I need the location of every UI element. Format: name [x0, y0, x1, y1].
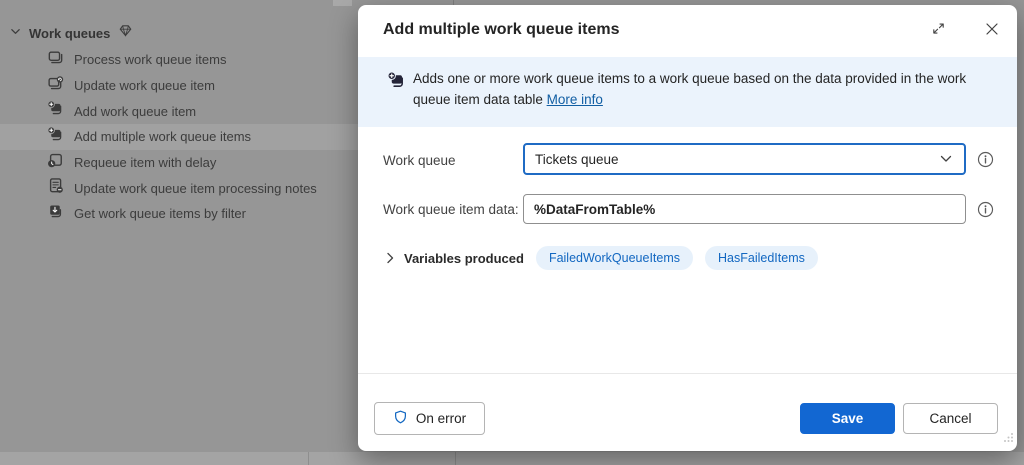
- add-multiple-work-queue-items-dialog: Add multiple work queue items Adds one o…: [358, 5, 1017, 451]
- notes-update-icon: [47, 177, 64, 199]
- action-item-label: Add work queue item: [74, 104, 196, 119]
- tree-group-label: Work queues: [29, 26, 110, 41]
- queue-item-update-icon: [47, 75, 64, 97]
- save-button[interactable]: Save: [800, 403, 895, 434]
- chevron-right-icon[interactable]: [385, 252, 395, 264]
- footer-divider: [358, 373, 1017, 374]
- action-item-label: Get work queue items by filter: [74, 206, 246, 221]
- work-queue-item-data-value: %DataFromTable%: [534, 202, 655, 217]
- action-description-text: Adds one or more work queue items to a w…: [413, 68, 998, 110]
- screen: Work queues Process work queue items Upd…: [0, 0, 1024, 465]
- variable-pill-hasfaileditems[interactable]: HasFailedItems: [705, 246, 818, 270]
- queue-items-filter-icon: [47, 203, 64, 225]
- action-item-label: Add multiple work queue items: [74, 129, 251, 144]
- queue-items-add-icon: [47, 126, 64, 148]
- banner-text: Adds one or more work queue items to a w…: [413, 71, 966, 107]
- queue-items-icon: [47, 49, 64, 71]
- action-item-update-processing-notes[interactable]: Update work queue item processing notes: [47, 175, 317, 201]
- work-queue-item-data-info-button[interactable]: [977, 201, 994, 218]
- variables-produced-section: Variables produced FailedWorkQueueItems …: [385, 246, 818, 270]
- actions-list: Process work queue items Update work que…: [47, 47, 317, 227]
- on-error-label: On error: [416, 411, 466, 426]
- gem-icon: [118, 23, 133, 43]
- expand-icon: [931, 21, 946, 41]
- chevron-down-icon[interactable]: [10, 24, 21, 42]
- action-item-add-work-queue-item[interactable]: Add work queue item: [47, 98, 317, 124]
- more-info-link[interactable]: More info: [547, 92, 603, 107]
- shield-icon: [393, 409, 408, 428]
- close-dialog-button[interactable]: [978, 17, 1006, 45]
- action-item-process-work-queue-items[interactable]: Process work queue items: [47, 47, 317, 73]
- background-statusbar: [0, 452, 1024, 465]
- dialog-title: Add multiple work queue items: [383, 21, 619, 39]
- work-queue-item-data-label: Work queue item data:: [383, 202, 519, 217]
- variables-produced-label[interactable]: Variables produced: [404, 251, 524, 266]
- resize-grip[interactable]: [1003, 430, 1014, 448]
- close-icon: [985, 22, 999, 41]
- action-item-add-multiple-work-queue-items[interactable]: Add multiple work queue items: [47, 124, 317, 150]
- action-item-label: Requeue item with delay: [74, 155, 216, 170]
- variable-pill-failedworkqueueitems[interactable]: FailedWorkQueueItems: [536, 246, 693, 270]
- on-error-button[interactable]: On error: [374, 402, 485, 435]
- queue-items-add-icon: [387, 71, 406, 95]
- work-queue-item-data-input[interactable]: %DataFromTable%: [523, 194, 966, 224]
- cancel-button[interactable]: Cancel: [903, 403, 998, 434]
- action-item-get-items-by-filter[interactable]: Get work queue items by filter: [47, 201, 317, 227]
- actions-pane: Work queues Process work queue items Upd…: [0, 0, 358, 452]
- background-artifact: [308, 452, 309, 465]
- chevron-down-icon[interactable]: [940, 150, 952, 168]
- queue-item-add-icon: [47, 100, 64, 122]
- action-item-label: Update work queue item: [74, 78, 215, 93]
- tree-group-work-queues[interactable]: Work queues: [10, 23, 133, 43]
- work-queue-info-button[interactable]: [977, 151, 994, 168]
- action-item-label: Update work queue item processing notes: [74, 181, 317, 196]
- background-artifact: [455, 452, 456, 465]
- expand-dialog-button[interactable]: [924, 17, 952, 45]
- work-queue-label: Work queue: [383, 153, 456, 168]
- work-queue-combobox[interactable]: Tickets queue: [523, 143, 966, 175]
- action-description-banner: Adds one or more work queue items to a w…: [358, 57, 1017, 127]
- requeue-delay-icon: [47, 152, 64, 174]
- action-item-requeue-item-with-delay[interactable]: Requeue item with delay: [47, 150, 317, 176]
- work-queue-value: Tickets queue: [535, 152, 940, 167]
- action-item-label: Process work queue items: [74, 52, 226, 67]
- action-item-update-work-queue-item[interactable]: Update work queue item: [47, 73, 317, 99]
